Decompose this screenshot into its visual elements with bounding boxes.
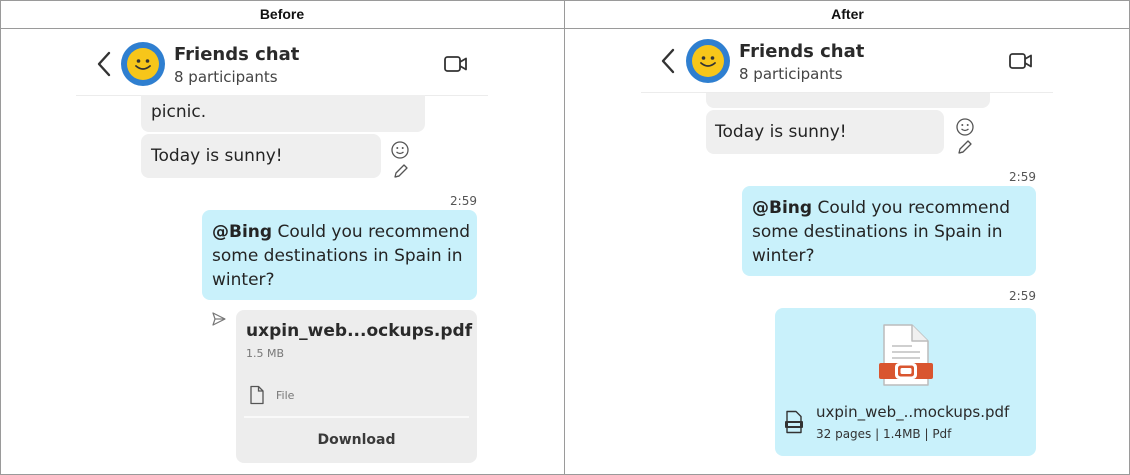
video-call-button[interactable] [1009,52,1033,74]
incoming-message-bubble[interactable] [706,93,990,108]
incoming-message-text: Today is sunny! [151,146,283,166]
back-button[interactable] [660,48,676,78]
column-header-after: After [831,6,864,22]
file-attachment-card[interactable]: uxpin_web...ockups.pdf 1.5 MB File Downl… [236,310,477,463]
file-icon [250,385,264,405]
download-button[interactable]: Download [236,432,477,448]
edit-pencil-icon [958,140,972,154]
file-type-label: File [276,389,295,402]
pdf-preview[interactable] [878,323,934,391]
before-pane: Friends chat 8 participants picnic. Toda… [1,29,564,474]
avatar-smiley-icon [127,48,159,80]
incoming-message-bubble[interactable]: Today is sunny! [706,110,944,154]
chat-participants: 8 participants [174,68,278,86]
outgoing-message-text: @Bing Could you recommend some destinati… [212,220,474,292]
message-timestamp: 2:59 [450,194,477,208]
avatar[interactable] [686,39,730,83]
pdf-type-badge [784,410,804,438]
edit-message-button[interactable] [391,161,411,185]
message-timestamp: 2:59 [1009,170,1036,184]
outgoing-message-text: @Bing Could you recommend some destinati… [752,196,1028,268]
avatar-smiley-icon [692,45,724,77]
card-divider [244,416,469,418]
incoming-message-bubble[interactable]: Today is sunny! [141,134,381,178]
send-status-indicator [211,311,227,331]
after-pane: Friends chat 8 participants Today is sun… [565,29,1129,474]
file-type-indicator [247,385,267,409]
back-button[interactable] [96,51,112,81]
video-call-icon [1009,53,1032,69]
chat-title: Friends chat [739,41,865,62]
emoji-reaction-icon [391,141,409,159]
chevron-left-icon [97,51,111,77]
pdf-badge-icon [785,410,803,434]
edit-message-button[interactable] [955,137,975,161]
file-attachment-card[interactable]: uxpin_web_..mockups.pdf 32 pages | 1.4MB… [775,308,1036,456]
incoming-message-text: Today is sunny! [715,122,847,142]
file-name[interactable]: uxpin_web...ockups.pdf [246,321,472,341]
message-clip-mask [141,86,425,95]
send-arrow-icon [212,312,226,326]
pdf-document-icon [879,324,933,386]
file-meta: 32 pages | 1.4MB | Pdf [816,427,952,441]
file-size: 1.5 MB [246,347,285,360]
chat-participants: 8 participants [739,65,843,83]
file-name[interactable]: uxpin_web_..mockups.pdf [816,403,1009,421]
chevron-left-icon [661,48,675,74]
mention-tag[interactable]: @Bing [752,198,812,218]
file-timestamp: 2:59 [1009,289,1036,303]
outgoing-message-bubble[interactable]: @Bing Could you recommend some destinati… [202,210,477,300]
mention-tag[interactable]: @Bing [212,222,272,242]
video-call-button[interactable] [444,55,468,77]
outgoing-message-bubble[interactable]: @Bing Could you recommend some destinati… [742,186,1036,276]
edit-pencil-icon [394,164,408,178]
video-call-icon [444,56,467,72]
incoming-message-text: picnic. [151,102,207,122]
emoji-reaction-icon [956,118,974,136]
chat-title: Friends chat [174,44,300,65]
avatar[interactable] [121,42,165,86]
column-header-before: Before [259,6,305,22]
